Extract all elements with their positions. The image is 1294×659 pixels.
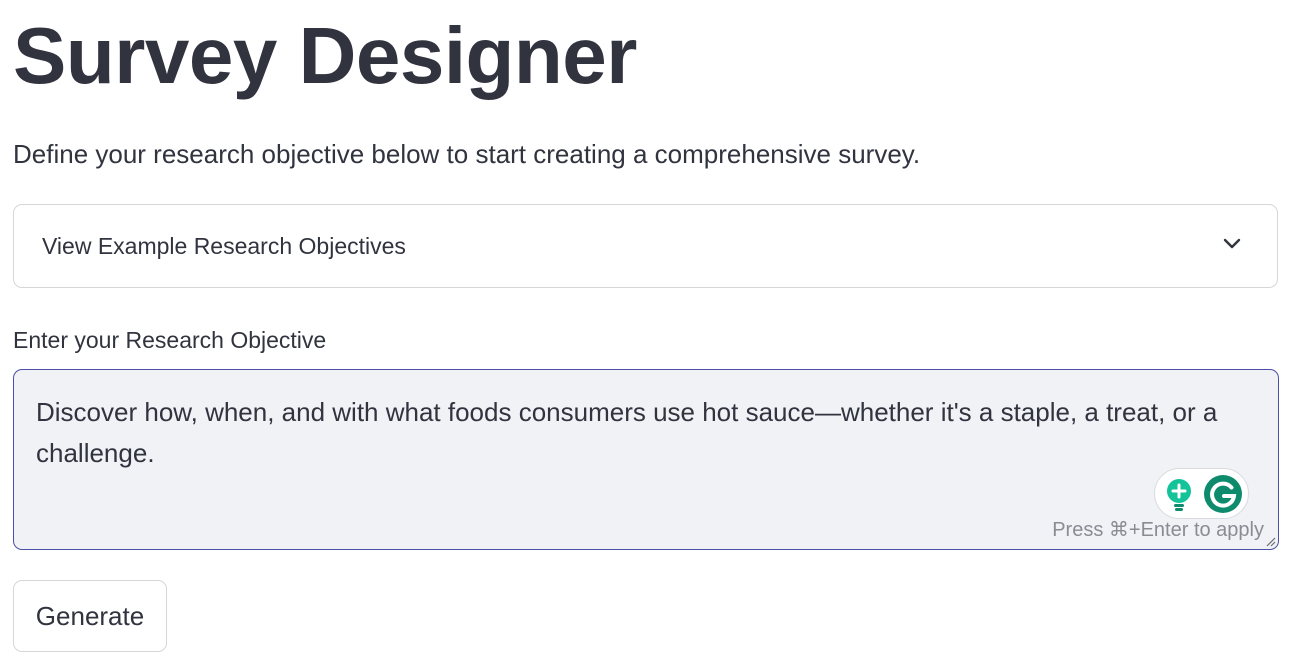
generate-button[interactable]: Generate	[13, 580, 167, 652]
resize-handle-icon[interactable]	[1264, 535, 1276, 547]
survey-designer-page: Survey Designer Define your research obj…	[0, 0, 1294, 659]
chevron-down-icon	[1223, 238, 1241, 249]
grammarly-logo-icon[interactable]	[1203, 474, 1243, 514]
grammarly-widget[interactable]	[1154, 468, 1249, 519]
objective-field-label: Enter your Research Objective	[13, 327, 327, 353]
lightbulb-suggestion-icon[interactable]	[1164, 478, 1194, 512]
page-title: Survey Designer	[13, 11, 637, 100]
page-subtitle: Define your research objective below to …	[13, 139, 921, 169]
expander-label: View Example Research Objectives	[42, 233, 406, 259]
apply-shortcut-hint: Press ⌘+Enter to apply	[1052, 519, 1264, 541]
example-objectives-expander[interactable]: View Example Research Objectives	[13, 204, 1278, 288]
objective-textarea-container: Press ⌘+Enter to apply	[13, 369, 1279, 550]
